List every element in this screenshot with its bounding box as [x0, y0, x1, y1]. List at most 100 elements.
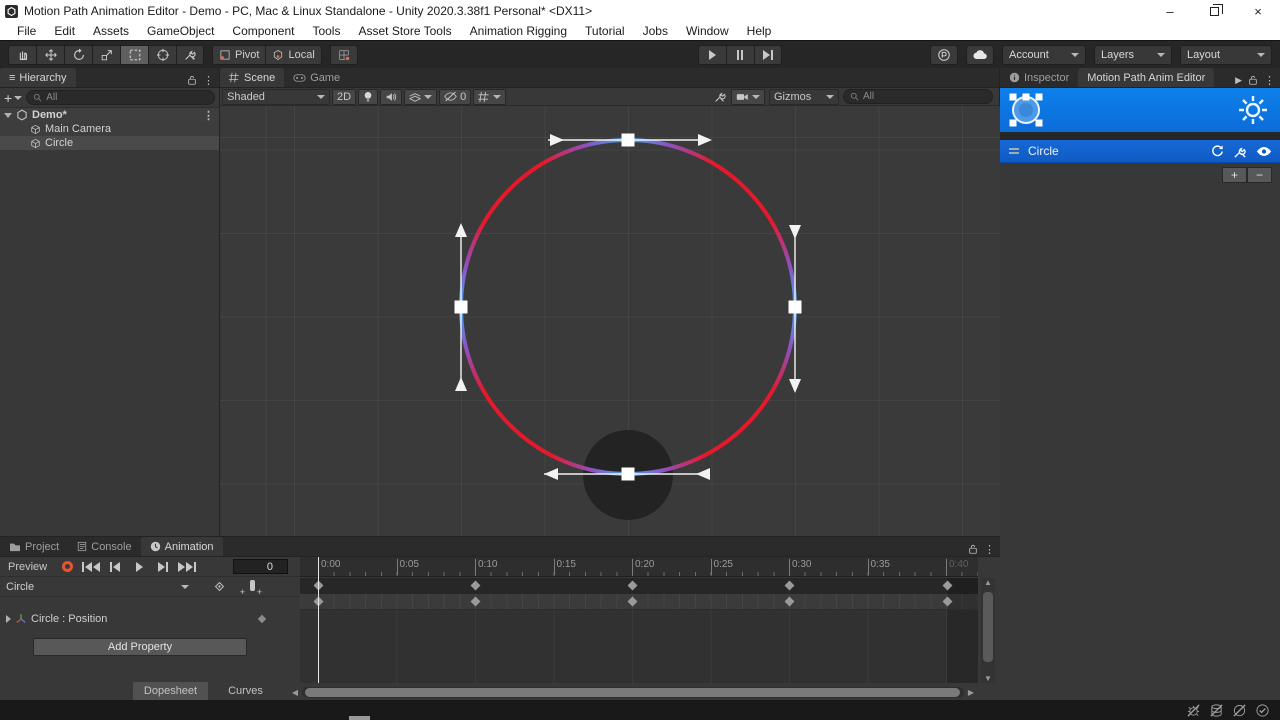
- hierarchy-item-circle[interactable]: Circle: [0, 136, 219, 150]
- add-event-button[interactable]: +: [250, 580, 255, 593]
- scroll-right-icon[interactable]: ▶: [964, 688, 978, 697]
- rotate-tool-button[interactable]: [64, 45, 92, 65]
- go-to-start-button[interactable]: [79, 558, 103, 576]
- current-frame-field[interactable]: 0: [233, 559, 288, 574]
- menu-assets[interactable]: Assets: [84, 22, 138, 40]
- menu-component[interactable]: Component: [223, 22, 303, 40]
- menu-help[interactable]: Help: [738, 22, 781, 40]
- collab-disabled-icon[interactable]: [1232, 703, 1247, 718]
- menu-asset-store-tools[interactable]: Asset Store Tools: [349, 22, 460, 40]
- scene-search-input[interactable]: All: [843, 89, 993, 104]
- tab-inspector[interactable]: Inspector: [1000, 68, 1078, 87]
- lock-icon[interactable]: [1248, 75, 1258, 86]
- shading-dropdown[interactable]: Shaded: [222, 89, 330, 105]
- dopesheet-body[interactable]: [300, 610, 978, 683]
- hierarchy-scene-row[interactable]: Demo* ⋮: [0, 108, 219, 122]
- previous-frame-button[interactable]: [103, 558, 127, 576]
- scene-grid-dropdown[interactable]: [473, 89, 506, 105]
- keyframe-diamond-0:20[interactable]: [628, 597, 638, 607]
- visibility-eye-icon[interactable]: [1256, 146, 1272, 157]
- layout-dropdown[interactable]: Layout: [1180, 45, 1272, 65]
- foldout-open-icon[interactable]: [4, 113, 12, 118]
- filter-by-selection-icon[interactable]: [213, 580, 226, 593]
- menu-edit[interactable]: Edit: [45, 22, 84, 40]
- cache-server-disabled-icon[interactable]: [1209, 703, 1224, 718]
- menu-animation-rigging[interactable]: Animation Rigging: [461, 22, 576, 40]
- keyframe-diamond-0:10[interactable]: [470, 581, 480, 591]
- v-scroll-thumb[interactable]: [983, 592, 993, 662]
- path-point-handles[interactable]: [455, 134, 802, 481]
- lock-icon[interactable]: [187, 75, 197, 86]
- create-object-button[interactable]: +: [4, 90, 22, 106]
- menu-file[interactable]: File: [8, 22, 45, 40]
- scale-tool-button[interactable]: [92, 45, 120, 65]
- lock-icon[interactable]: [968, 544, 978, 555]
- hand-tool-button[interactable]: [8, 45, 36, 65]
- account-dropdown[interactable]: Account: [1002, 45, 1086, 65]
- next-frame-button[interactable]: [151, 558, 175, 576]
- debugger-disabled-icon[interactable]: [1186, 703, 1201, 718]
- scroll-up-icon[interactable]: ▲: [981, 578, 995, 587]
- horizontal-scrollbar[interactable]: ◀ ▶: [288, 686, 978, 698]
- keyframe-diamond-0:10[interactable]: [470, 597, 480, 607]
- menu-window[interactable]: Window: [677, 22, 738, 40]
- edit-tools-icon[interactable]: [1233, 144, 1248, 159]
- 2d-toggle-button[interactable]: 2D: [332, 89, 356, 105]
- transform-tool-button[interactable]: [148, 45, 176, 65]
- tab-scene[interactable]: Scene: [220, 68, 284, 87]
- dopesheet-summary-row[interactable]: [300, 578, 978, 594]
- hierarchy-search-input[interactable]: All: [26, 90, 215, 105]
- clip-dropdown[interactable]: Circle: [0, 577, 195, 597]
- panel-menu-icon[interactable]: ⋮: [984, 543, 995, 556]
- scene-camera-dropdown[interactable]: [731, 89, 765, 105]
- tab-hierarchy[interactable]: ≡ Hierarchy: [0, 68, 76, 87]
- close-button[interactable]: ×: [1236, 0, 1280, 22]
- play-button[interactable]: [698, 45, 726, 65]
- custom-tool-button[interactable]: [176, 45, 204, 65]
- keyframe-diamond-0:30[interactable]: [785, 597, 795, 607]
- plastic-scm-button[interactable]: [930, 45, 958, 65]
- scene-canvas[interactable]: [220, 106, 1000, 536]
- go-to-end-button[interactable]: [175, 558, 199, 576]
- preview-toggle[interactable]: Preview: [0, 561, 55, 573]
- tab-animation[interactable]: Animation: [141, 537, 223, 556]
- effects-dropdown[interactable]: [404, 89, 437, 105]
- tab-dopesheet[interactable]: Dopesheet: [133, 682, 208, 700]
- restore-button[interactable]: [1192, 0, 1236, 22]
- remove-path-button[interactable]: −: [1247, 167, 1272, 183]
- menu-gameobject[interactable]: GameObject: [138, 22, 223, 40]
- tab-console[interactable]: Console: [68, 537, 140, 556]
- keyframe-diamond-0:30[interactable]: [785, 581, 795, 591]
- menu-tutorial[interactable]: Tutorial: [576, 22, 634, 40]
- vertical-scrollbar[interactable]: ▲ ▼: [981, 578, 995, 683]
- move-tool-button[interactable]: [36, 45, 64, 65]
- add-property-button[interactable]: Add Property: [33, 638, 247, 656]
- scroll-left-icon[interactable]: ◀: [288, 688, 302, 697]
- progress-ok-icon[interactable]: [1255, 703, 1270, 718]
- layers-dropdown[interactable]: Layers: [1094, 45, 1172, 65]
- rect-tool-button[interactable]: [120, 45, 148, 65]
- dopesheet-property-track[interactable]: [300, 594, 978, 610]
- tab-scroll-arrow-icon[interactable]: ▶: [1235, 75, 1242, 86]
- path-list-item-circle[interactable]: Circle: [1000, 140, 1280, 163]
- hidden-objects-button[interactable]: 0: [439, 89, 471, 105]
- foldout-closed-icon[interactable]: [6, 615, 11, 623]
- add-path-button[interactable]: +: [1222, 167, 1247, 183]
- panel-menu-icon[interactable]: ⋮: [203, 74, 214, 87]
- tab-curves[interactable]: Curves: [208, 682, 283, 700]
- audio-toggle-button[interactable]: [380, 89, 402, 105]
- property-row-circle-position[interactable]: Circle : Position: [0, 610, 300, 628]
- play-animation-button[interactable]: [127, 558, 151, 576]
- pause-button[interactable]: [726, 45, 754, 65]
- local-toggle-button[interactable]: Local: [265, 45, 321, 65]
- menu-jobs[interactable]: Jobs: [634, 22, 677, 40]
- drag-handle-icon[interactable]: [1008, 146, 1020, 156]
- playhead[interactable]: [318, 557, 319, 683]
- timeline-ruler[interactable]: 0:000:050:100:150:200:250:300:350:40: [300, 557, 978, 577]
- record-button[interactable]: [55, 558, 79, 576]
- gizmos-dropdown[interactable]: Gizmos: [769, 89, 839, 105]
- pivot-toggle-button[interactable]: Pivot: [212, 45, 265, 65]
- tab-game[interactable]: Game: [284, 68, 349, 87]
- scene-tools-icon[interactable]: [713, 90, 727, 104]
- h-scroll-thumb[interactable]: [305, 688, 960, 697]
